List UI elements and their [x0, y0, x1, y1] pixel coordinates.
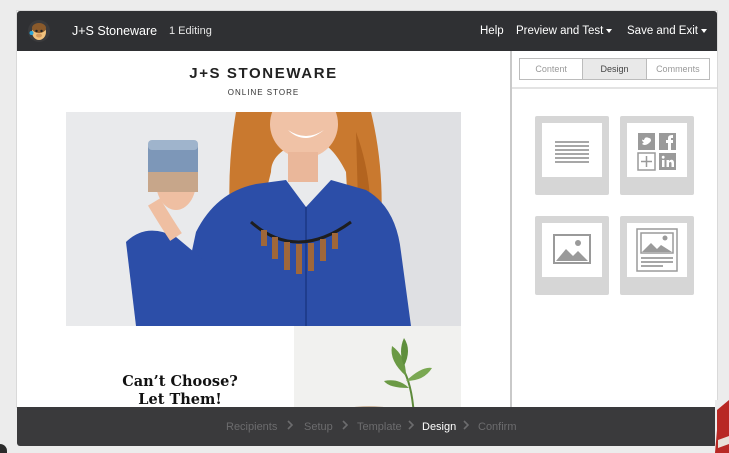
background-edge-decoration	[0, 444, 7, 453]
chevron-right-icon	[287, 420, 293, 430]
editing-status[interactable]: 1 Editing	[169, 25, 212, 37]
callout-title: Can’t Choose? Let Them!	[66, 373, 294, 407]
step-design[interactable]: Design	[422, 421, 456, 433]
step-confirm[interactable]: Confirm	[478, 421, 517, 433]
image-block-icon	[542, 223, 602, 277]
image-card-block-icon	[627, 223, 687, 277]
tabs-underline	[512, 87, 717, 89]
campaign-name[interactable]: J+S Stoneware	[72, 24, 157, 38]
email-preview[interactable]: J+S STONEWARE ONLINE STORE Can’t Choose?…	[17, 51, 510, 407]
tab-design[interactable]: Design	[582, 59, 647, 79]
callout-title-line-1: Can’t Choose?	[122, 373, 238, 390]
step-template[interactable]: Template	[357, 421, 402, 433]
campaign-steps-bar: Recipients Setup Template Design Confirm	[17, 407, 717, 446]
image-block-tile[interactable]	[535, 216, 609, 295]
step-setup[interactable]: Setup	[304, 421, 333, 433]
chevron-down-icon	[606, 28, 613, 33]
chevron-right-icon	[408, 420, 414, 430]
tab-content[interactable]: Content	[520, 59, 582, 79]
text-block-icon	[542, 123, 602, 177]
background-book-image	[715, 400, 729, 453]
chevron-down-icon	[700, 28, 707, 33]
email-brand-name[interactable]: J+S STONEWARE	[17, 65, 510, 82]
social-share-block-tile[interactable]	[620, 116, 694, 195]
social-share-block-icon	[627, 123, 687, 177]
preview-and-test-label: Preview and Test	[516, 25, 604, 37]
image-card-block-tile[interactable]	[620, 216, 694, 295]
panel-tabs: Content Design Comments	[519, 58, 710, 80]
plant-image[interactable]	[294, 326, 461, 407]
help-link[interactable]: Help	[480, 25, 504, 37]
top-navigation-bar: J+S Stoneware 1 Editing Help Preview and…	[17, 11, 717, 51]
chevron-right-icon	[342, 420, 348, 430]
save-and-exit-menu[interactable]: Save and Exit	[627, 25, 707, 37]
hero-image[interactable]	[66, 112, 461, 326]
save-and-exit-label: Save and Exit	[627, 25, 698, 37]
editor-window: J+S Stoneware 1 Editing Help Preview and…	[17, 11, 717, 407]
chevron-right-icon	[463, 420, 469, 430]
mailchimp-logo-icon[interactable]	[27, 19, 51, 43]
step-recipients[interactable]: Recipients	[226, 421, 277, 433]
preview-and-test-menu[interactable]: Preview and Test	[516, 25, 613, 37]
text-block-tile[interactable]	[535, 116, 609, 195]
callout-block[interactable]: Can’t Choose? Let Them!	[66, 326, 294, 407]
design-panel: Content Design Comments	[512, 51, 717, 407]
email-brand-subtitle[interactable]: ONLINE STORE	[17, 88, 510, 97]
callout-title-line-2: Let Them!	[138, 391, 222, 407]
tab-comments[interactable]: Comments	[647, 59, 709, 79]
